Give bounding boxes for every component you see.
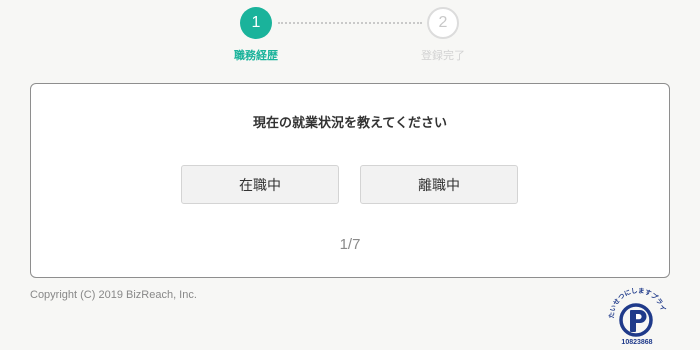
step-1-number: 1 [251,14,261,31]
question-title: 現在の就業状況を教えてください [253,116,447,131]
copyright-text: Copyright (C) 2019 BizReach, Inc. [30,289,197,301]
privacy-mark-icon: たいせつにしますプライバシー 10823868 [603,278,668,346]
step-1-label: 職務経歴 [234,49,278,62]
privacy-mark-logo: たいせつにしますプライバシー 10823868 [603,278,668,346]
privacy-mark-number: 10823868 [621,339,652,346]
step-2-indicator: 2 [427,7,459,39]
step-2-number: 2 [438,14,448,31]
step-connector [278,22,422,24]
step-1-indicator: 1 [240,7,272,39]
employed-option-button[interactable]: 在職中 [181,165,339,204]
question-card: 現在の就業状況を教えてください 在職中 離職中 1/7 [30,83,670,278]
unemployed-option-button[interactable]: 離職中 [360,165,518,204]
question-progress: 1/7 [339,236,361,253]
step-2-label: 登録完了 [421,49,465,62]
progress-stepper: 1 2 職務経歴 登録完了 [0,0,700,70]
